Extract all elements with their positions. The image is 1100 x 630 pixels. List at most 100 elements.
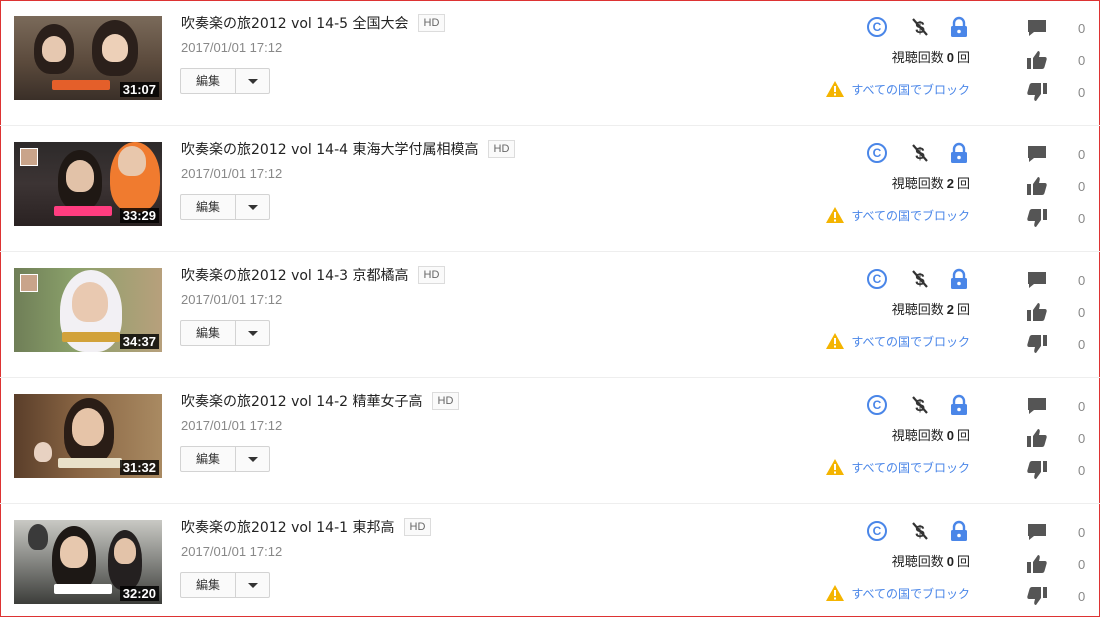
monetization-off-icon[interactable]: $	[909, 394, 931, 416]
warning-icon	[826, 207, 845, 223]
view-count: 視聴回数 0 回	[892, 551, 970, 570]
hd-badge: HD	[431, 392, 460, 410]
upload-date: 2017/01/01 17:12	[181, 40, 283, 55]
likes-stat: 0	[1026, 302, 1092, 322]
upload-date: 2017/01/01 17:12	[181, 418, 283, 433]
views-prefix: 視聴回数	[891, 303, 944, 318]
dropdown-caret-icon	[247, 330, 258, 336]
views-suffix: 回	[956, 429, 970, 444]
edit-button[interactable]: 編集	[181, 447, 236, 471]
copyright-icon[interactable]: C	[867, 269, 887, 289]
edit-button[interactable]: 編集	[181, 69, 236, 93]
comments-count: 0	[1078, 272, 1086, 288]
thumbs-up-icon[interactable]	[1026, 176, 1048, 196]
video-thumbnail[interactable]: 31:07	[14, 16, 162, 100]
warning-icon	[826, 585, 845, 601]
lock-icon[interactable]	[949, 394, 969, 416]
views-number: 0	[946, 554, 954, 569]
block-status-link[interactable]: すべての国でブロック	[825, 80, 970, 98]
block-status-text: すべての国でブロック	[851, 208, 970, 223]
dislikes-stat: 0	[1026, 208, 1092, 228]
video-title[interactable]: 吹奏楽の旅2012 vol 14-2 精華女子高	[181, 391, 423, 411]
thumbs-up-icon[interactable]	[1026, 428, 1048, 448]
comments-count: 0	[1078, 398, 1086, 414]
dislikes-count: 0	[1078, 588, 1086, 604]
edit-button[interactable]: 編集	[181, 321, 236, 345]
dislikes-count: 0	[1078, 84, 1086, 100]
edit-dropdown-button[interactable]	[236, 447, 269, 471]
video-thumbnail[interactable]: 33:29	[14, 142, 162, 226]
thumbs-up-icon[interactable]	[1026, 554, 1048, 574]
edit-dropdown-button[interactable]	[236, 321, 269, 345]
title-line: 吹奏楽の旅2012 vol 14-4 東海大学付属相模高 HD	[181, 138, 516, 160]
duration-badge: 31:07	[119, 82, 159, 97]
video-row: 33:29 吹奏楽の旅2012 vol 14-4 東海大学付属相模高 HD 20…	[0, 126, 1100, 252]
views-suffix: 回	[956, 51, 970, 66]
video-title[interactable]: 吹奏楽の旅2012 vol 14-5 全国大会	[181, 13, 409, 33]
thumbs-down-icon[interactable]	[1026, 334, 1048, 354]
comment-icon[interactable]	[1026, 270, 1048, 290]
copyright-icon[interactable]: C	[867, 395, 887, 415]
comment-icon[interactable]	[1026, 144, 1048, 164]
thumbs-down-icon[interactable]	[1026, 82, 1048, 102]
video-thumbnail[interactable]: 34:37	[14, 268, 162, 352]
thumbs-down-icon[interactable]	[1026, 208, 1048, 228]
edit-dropdown-button[interactable]	[236, 195, 269, 219]
lock-icon[interactable]	[949, 520, 969, 542]
video-title[interactable]: 吹奏楽の旅2012 vol 14-4 東海大学付属相模高	[181, 139, 479, 159]
dropdown-caret-icon	[247, 582, 258, 588]
copyright-icon[interactable]: C	[867, 17, 887, 37]
video-list: 31:07 吹奏楽の旅2012 vol 14-5 全国大会 HD 2017/01…	[0, 0, 1100, 630]
dropdown-caret-icon	[247, 204, 258, 210]
comment-icon[interactable]	[1026, 18, 1048, 38]
copyright-icon[interactable]: C	[867, 521, 887, 541]
monetization-off-icon[interactable]: $	[909, 16, 931, 38]
dislikes-stat: 0	[1026, 460, 1092, 480]
view-count: 視聴回数 0 回	[892, 47, 970, 66]
lock-icon[interactable]	[949, 268, 969, 290]
thumbs-down-icon[interactable]	[1026, 460, 1048, 480]
video-row: 32:20 吹奏楽の旅2012 vol 14-1 東邦高 HD 2017/01/…	[0, 504, 1100, 630]
thumbnail-inset	[20, 274, 38, 292]
block-status-link[interactable]: すべての国でブロック	[825, 332, 970, 350]
warning-icon	[826, 81, 845, 97]
edit-button[interactable]: 編集	[181, 195, 236, 219]
copyright-icon[interactable]: C	[867, 143, 887, 163]
edit-button[interactable]: 編集	[181, 573, 236, 597]
title-line: 吹奏楽の旅2012 vol 14-3 京都橘高 HD	[181, 264, 446, 286]
comments-stat: 0	[1026, 270, 1092, 290]
upload-date: 2017/01/01 17:12	[181, 292, 283, 307]
lock-icon[interactable]	[949, 16, 969, 38]
monetization-off-icon[interactable]: $	[909, 268, 931, 290]
edit-dropdown-button[interactable]	[236, 573, 269, 597]
views-prefix: 視聴回数	[891, 429, 944, 444]
video-title[interactable]: 吹奏楽の旅2012 vol 14-1 東邦高	[181, 517, 395, 537]
comment-icon[interactable]	[1026, 396, 1048, 416]
video-thumbnail[interactable]: 31:32	[14, 394, 162, 478]
thumbs-down-icon[interactable]	[1026, 586, 1048, 606]
edit-button-group: 編集	[180, 572, 270, 598]
lock-icon[interactable]	[949, 142, 969, 164]
views-suffix: 回	[956, 303, 970, 318]
thumbnail-inset	[20, 148, 38, 166]
duration-badge: 34:37	[119, 334, 159, 349]
video-row: 34:37 吹奏楽の旅2012 vol 14-3 京都橘高 HD 2017/01…	[0, 252, 1100, 378]
view-count: 視聴回数 2 回	[892, 299, 970, 318]
block-status-link[interactable]: すべての国でブロック	[825, 584, 970, 602]
likes-count: 0	[1078, 304, 1086, 320]
video-title[interactable]: 吹奏楽の旅2012 vol 14-3 京都橘高	[181, 265, 409, 285]
comments-stat: 0	[1026, 522, 1092, 542]
block-status-link[interactable]: すべての国でブロック	[825, 458, 970, 476]
monetization-off-icon[interactable]: $	[909, 142, 931, 164]
likes-count: 0	[1078, 430, 1086, 446]
edit-dropdown-button[interactable]	[236, 69, 269, 93]
thumbs-up-icon[interactable]	[1026, 50, 1048, 70]
edit-button-group: 編集	[180, 68, 270, 94]
likes-stat: 0	[1026, 428, 1092, 448]
video-thumbnail[interactable]: 32:20	[14, 520, 162, 604]
monetization-off-icon[interactable]: $	[909, 520, 931, 542]
comment-icon[interactable]	[1026, 522, 1048, 542]
edit-button-group: 編集	[180, 320, 270, 346]
block-status-link[interactable]: すべての国でブロック	[825, 206, 970, 224]
thumbs-up-icon[interactable]	[1026, 302, 1048, 322]
